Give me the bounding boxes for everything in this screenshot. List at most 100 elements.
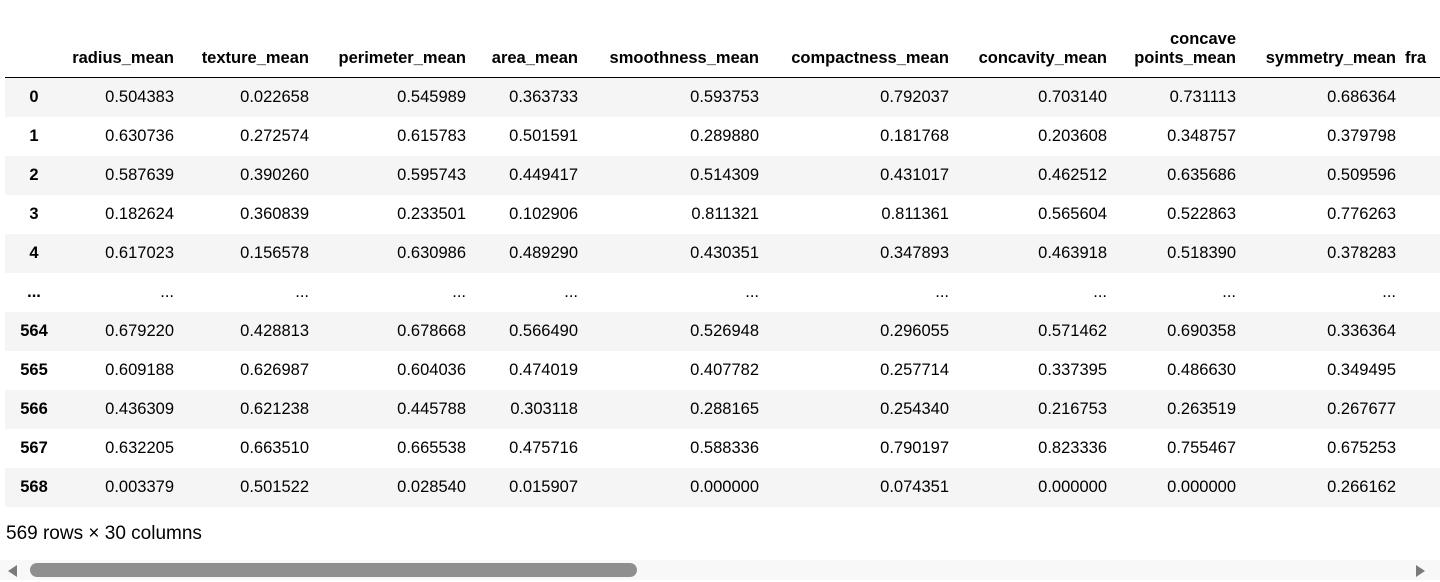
table-cell: [1405, 390, 1440, 429]
table-cell: 0.349495: [1327, 360, 1396, 379]
table-cell: ...: [1382, 282, 1396, 301]
table-cell: 0.347893: [880, 243, 949, 262]
table-cell: 0.679220: [105, 321, 174, 340]
table-cell: 0.665538: [397, 438, 466, 457]
table-cell: 0.257714: [880, 360, 949, 379]
table-cell: 0.501591: [509, 126, 578, 145]
table-cell: 0.630986: [397, 243, 466, 262]
table-cell: 0.587639: [105, 165, 174, 184]
table-cell: 0.504383: [105, 87, 174, 106]
table-cell: 0.755467: [1167, 438, 1236, 457]
table-cell: 0.790197: [880, 438, 949, 457]
table-row: ..............................: [5, 272, 1440, 312]
table-cell: 0.289880: [690, 126, 759, 145]
horizontal-scrollbar[interactable]: [0, 560, 1440, 580]
table-cell: 0.428813: [240, 321, 309, 340]
table-cell: ...: [564, 282, 578, 301]
column-header: perimeter_mean: [318, 7, 475, 78]
row-index: 568: [20, 477, 48, 496]
notebook-output-area: radius_mean texture_mean perimeter_mean are…: [0, 0, 1440, 582]
row-index: 1: [29, 126, 39, 145]
table-cell: 0.593753: [690, 87, 759, 106]
table-cell: 0.509596: [1327, 165, 1396, 184]
row-index: 0: [29, 87, 39, 106]
table-cell: 0.348757: [1167, 126, 1236, 145]
triangle-left-icon[interactable]: [8, 565, 17, 577]
table-cell: 0.000000: [690, 477, 759, 496]
table-cell: 0.474019: [509, 360, 578, 379]
table-row: 2 0.587639 0.390260 0.595743 0.449417 0.51430…: [5, 155, 1440, 195]
table-cell: 0.254340: [880, 399, 949, 418]
table-cell: 0.390260: [240, 165, 309, 184]
column-header: radius_mean: [63, 7, 183, 78]
table-cell: 0.626987: [240, 360, 309, 379]
table-cell: 0.486630: [1167, 360, 1236, 379]
table-cell: 0.449417: [509, 165, 578, 184]
table-cell: 0.526948: [690, 321, 759, 340]
column-header: texture_mean: [183, 7, 318, 78]
row-index: 566: [20, 399, 48, 418]
table-cell: 0.102906: [509, 204, 578, 223]
table-cell: 0.823336: [1038, 438, 1107, 457]
table-cell: 0.445788: [397, 399, 466, 418]
table-cell: 0.000000: [1167, 477, 1236, 496]
column-header-line: points_mean: [1134, 49, 1236, 67]
table-cell: [1405, 117, 1440, 156]
table-row: 567 0.632205 0.663510 0.665538 0.475716 0.588…: [5, 428, 1440, 468]
table-cell: 0.430351: [690, 243, 759, 262]
table-cell: 0.337395: [1038, 360, 1107, 379]
table-cell: [1405, 351, 1440, 390]
table-cell: 0.216753: [1038, 399, 1107, 418]
table-cell: 0.675253: [1327, 438, 1396, 457]
table-cell: [1405, 156, 1440, 195]
table-cell: 0.475716: [509, 438, 578, 457]
table-cell: 0.690358: [1167, 321, 1236, 340]
table-cell: 0.463918: [1038, 243, 1107, 262]
column-header: concave points_mean: [1116, 7, 1245, 78]
row-index: 565: [20, 360, 48, 379]
column-header: compactness_mean: [768, 7, 958, 78]
table-cell: 0.407782: [690, 360, 759, 379]
table-cell: 0.545989: [397, 87, 466, 106]
table-cell: 0.266162: [1327, 477, 1396, 496]
scrollbar-thumb[interactable]: [30, 563, 637, 577]
table-header: radius_mean texture_mean perimeter_mean are…: [5, 7, 1440, 78]
table-cell: 0.615783: [397, 126, 466, 145]
table-row: 565 0.609188 0.626987 0.604036 0.474019 0.407…: [5, 350, 1440, 390]
column-header: area_mean: [475, 7, 587, 78]
table-cell: 0.776263: [1327, 204, 1396, 223]
table-cell: 0.566490: [509, 321, 578, 340]
table-cell: 0.003379: [105, 477, 174, 496]
table-row: 568 0.003379 0.501522 0.028540 0.015907 0.000…: [5, 467, 1440, 507]
triangle-right-icon[interactable]: [1416, 565, 1425, 577]
table-cell: ...: [1093, 282, 1107, 301]
table-cell: 0.233501: [397, 204, 466, 223]
table-cell: 0.182624: [105, 204, 174, 223]
table-cell: [1405, 312, 1440, 351]
table-cell: 0.436309: [105, 399, 174, 418]
table-cell: 0.731113: [1169, 87, 1236, 106]
table-cell: 0.686364: [1327, 87, 1396, 106]
table-cell: 0.518390: [1167, 243, 1236, 262]
table-cell: 0.263519: [1167, 399, 1236, 418]
table-cell: 0.678668: [397, 321, 466, 340]
table-cell: 0.621238: [240, 399, 309, 418]
table-cell: 0.288165: [690, 399, 759, 418]
table-cell: 0.489290: [509, 243, 578, 262]
table-cell: 0.609188: [105, 360, 174, 379]
index-header: [5, 7, 63, 78]
table-cell: 0.000000: [1038, 477, 1107, 496]
table-cell: 0.336364: [1327, 321, 1396, 340]
table-cell: 0.022658: [240, 87, 309, 106]
table-cell: [1405, 273, 1440, 312]
table-cell: ...: [1222, 282, 1236, 301]
table-cell: 0.663510: [240, 438, 309, 457]
table-cell: 0.501522: [240, 477, 309, 496]
table-cell: 0.514309: [690, 165, 759, 184]
dataframe-table: radius_mean texture_mean perimeter_mean are…: [5, 7, 1440, 507]
table-cell: 0.272574: [240, 126, 309, 145]
table-cell: ...: [745, 282, 759, 301]
table-row: 3 0.182624 0.360839 0.233501 0.102906 0.81132…: [5, 194, 1440, 234]
table-cell: 0.074351: [880, 477, 949, 496]
row-index: 3: [29, 204, 39, 223]
